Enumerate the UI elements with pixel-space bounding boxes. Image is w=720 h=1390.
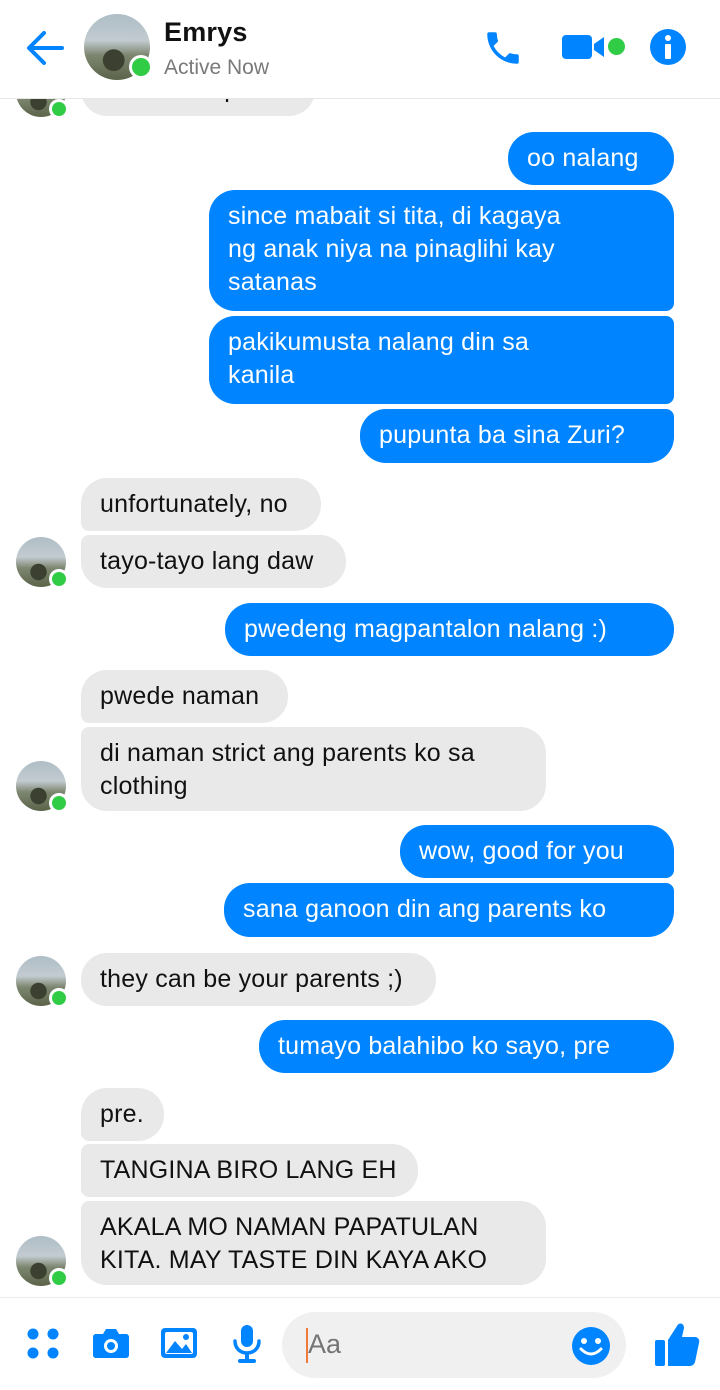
message-bubble-sent[interactable]: wow, good for you	[400, 825, 674, 878]
gallery-icon[interactable]	[158, 1322, 200, 1364]
online-indicator	[49, 988, 69, 1008]
video-active-dot	[608, 38, 625, 55]
info-icon[interactable]	[648, 27, 688, 67]
active-status: Active Now	[164, 56, 270, 79]
thumbs-up-icon[interactable]	[652, 1318, 702, 1370]
online-indicator	[129, 55, 153, 79]
message-bubble-received[interactable]: di naman strict ang parents ko sa clothi…	[81, 727, 546, 811]
message-bubble-sent[interactable]: pupunta ba sina Zuri?	[360, 409, 674, 463]
message-bubble-sent[interactable]: pakikumusta nalang din sa kanila	[209, 316, 674, 404]
message-bubble-sent[interactable]: oo nalang	[508, 132, 674, 185]
message-bubble-sent[interactable]: pwedeng magpantalon nalang :)	[225, 603, 674, 656]
message-bubble-received[interactable]: AKALA MO NAMAN PAPATULAN KITA. MAY TASTE…	[81, 1201, 546, 1285]
message-bubble-received[interactable]: same time parin	[81, 99, 315, 116]
message-bubble-received[interactable]: TANGINA BIRO LANG EH	[81, 1144, 418, 1197]
phone-icon[interactable]	[482, 27, 524, 69]
message-bubble-received[interactable]: they can be your parents ;)	[81, 953, 436, 1006]
message-bubble-sent[interactable]: sana ganoon din ang parents ko	[224, 883, 674, 937]
online-indicator	[49, 99, 69, 119]
video-camera-icon[interactable]	[560, 30, 608, 64]
more-apps-icon[interactable]	[22, 1322, 64, 1364]
emoji-icon[interactable]	[570, 1325, 612, 1367]
contact-avatar-small[interactable]	[16, 1236, 69, 1288]
message-bubble-sent[interactable]: tumayo balahibo ko sayo, pre	[259, 1020, 674, 1073]
online-indicator	[49, 569, 69, 589]
message-bubble-received[interactable]: tayo-tayo lang daw	[81, 535, 346, 588]
message-bubble-sent[interactable]: since mabait si tita, di kagaya ng anak …	[209, 190, 674, 311]
message-bubble-received[interactable]: unfortunately, no	[81, 478, 321, 531]
message-input[interactable]	[308, 1329, 548, 1360]
online-indicator	[49, 793, 69, 813]
contact-avatar[interactable]	[84, 14, 153, 80]
contact-avatar-small[interactable]	[16, 761, 69, 813]
message-bubble-received[interactable]: pwede naman	[81, 670, 288, 723]
camera-icon[interactable]	[90, 1322, 132, 1364]
contact-avatar-small[interactable]	[16, 537, 69, 589]
contact-avatar-small[interactable]	[16, 956, 69, 1008]
message-composer	[0, 1297, 720, 1390]
message-list[interactable]: same time parin oo nalang since mabait s…	[0, 99, 720, 1297]
back-arrow-icon[interactable]	[22, 25, 68, 71]
conversation-header: Emrys Active Now	[0, 0, 720, 99]
message-bubble-received[interactable]: pre.	[81, 1088, 164, 1141]
contact-name[interactable]: Emrys	[164, 17, 248, 48]
microphone-icon[interactable]	[226, 1322, 268, 1364]
contact-avatar-small[interactable]	[16, 99, 69, 119]
message-input-box[interactable]	[282, 1312, 626, 1378]
online-indicator	[49, 1268, 69, 1288]
